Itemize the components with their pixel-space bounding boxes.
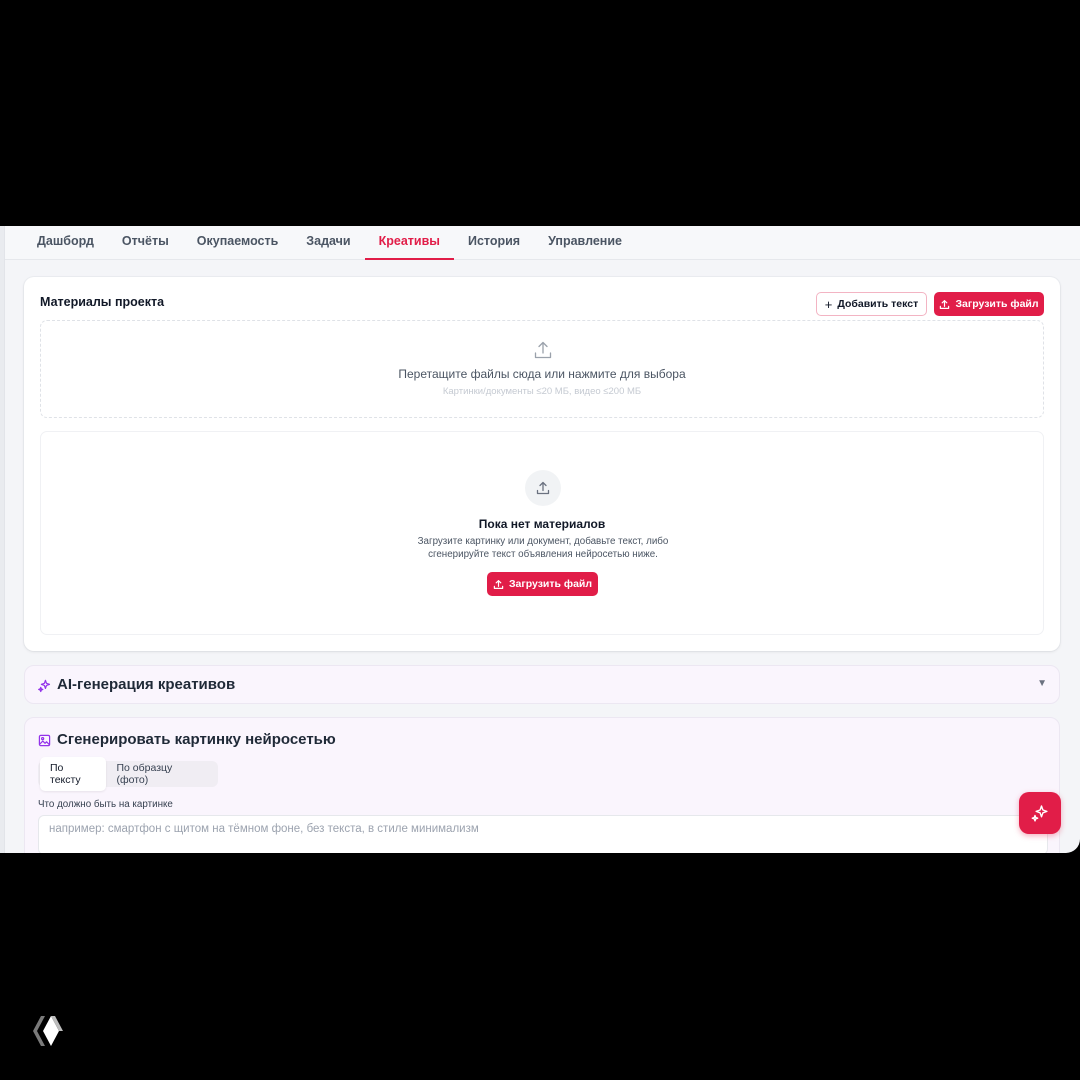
empty-upload-file-button[interactable]: Загрузить файл	[487, 572, 598, 596]
empty-state-description: Загрузите картинку или документ, добавьт…	[417, 536, 669, 560]
materials-title: Материалы проекта	[40, 295, 165, 309]
tab-dashboard[interactable]: Дашборд	[23, 226, 108, 260]
upload-icon	[940, 299, 950, 309]
dropzone-text: Перетащите файлы сюда или нажмите для вы…	[398, 367, 686, 381]
plus-icon: +	[824, 296, 833, 312]
empty-state-icon-wrap	[525, 470, 561, 506]
upload-icon	[536, 481, 550, 495]
tab-history[interactable]: История	[454, 226, 534, 260]
dropzone-hint: Картинки/документы ≤20 МБ, видео ≤200 МБ	[442, 386, 642, 397]
tab-tasks[interactable]: Задачи	[292, 226, 364, 260]
chevron-down-icon[interactable]: ▼	[1037, 678, 1047, 689]
mode-by-sample[interactable]: По образцу (фото)	[106, 757, 216, 791]
tab-creatives[interactable]: Креативы	[364, 226, 455, 260]
materials-empty-state: Пока нет материалов Загрузите картинку и…	[40, 431, 1044, 635]
upload-file-label: Загрузить файл	[508, 578, 593, 590]
sidebar-edge	[0, 226, 5, 853]
ai-generation-title: AI-генерация креативов	[57, 676, 236, 693]
image-generation-title: Сгенерировать картинку нейросетью	[57, 731, 336, 748]
add-text-label: Добавить текст	[837, 298, 919, 310]
empty-state-title: Пока нет материалов	[478, 517, 606, 531]
prompt-input[interactable]: например: смартфон с щитом на тёмном фон…	[38, 815, 1048, 853]
project-materials-card: Материалы проекта + Добавить текст Загру…	[24, 277, 1060, 651]
upload-icon	[493, 579, 504, 589]
tab-reports[interactable]: Отчёты	[108, 226, 183, 260]
upload-icon	[534, 341, 552, 359]
tab-management[interactable]: Управление	[534, 226, 636, 260]
mode-by-text[interactable]: По тексту	[40, 757, 107, 791]
image-generation-card: Сгенерировать картинку нейросетью По тек…	[24, 717, 1060, 853]
file-dropzone[interactable]: Перетащите файлы сюда или нажмите для вы…	[40, 320, 1044, 418]
prompt-label: Что должно быть на картинке	[38, 799, 173, 810]
ai-generation-section-header[interactable]: AI-генерация креативов ▼	[24, 665, 1060, 704]
app-screen: Дашборд Отчёты Окупаемость Задачи Креати…	[0, 226, 1080, 853]
ai-assistant-button[interactable]	[1019, 792, 1061, 834]
upload-file-label: Загрузить файл	[955, 298, 1039, 310]
upload-file-button[interactable]: Загрузить файл	[934, 292, 1044, 316]
generation-mode-switch: По тексту По образцу (фото)	[38, 757, 218, 791]
app-logo-icon	[33, 1016, 63, 1046]
image-icon	[38, 734, 51, 747]
sparkles-icon	[1031, 805, 1048, 822]
add-text-button[interactable]: + Добавить текст	[816, 292, 927, 316]
main-tab-bar: Дашборд Отчёты Окупаемость Задачи Креати…	[5, 226, 1080, 260]
sparkles-icon	[38, 679, 51, 693]
tab-payback[interactable]: Окупаемость	[183, 226, 293, 260]
